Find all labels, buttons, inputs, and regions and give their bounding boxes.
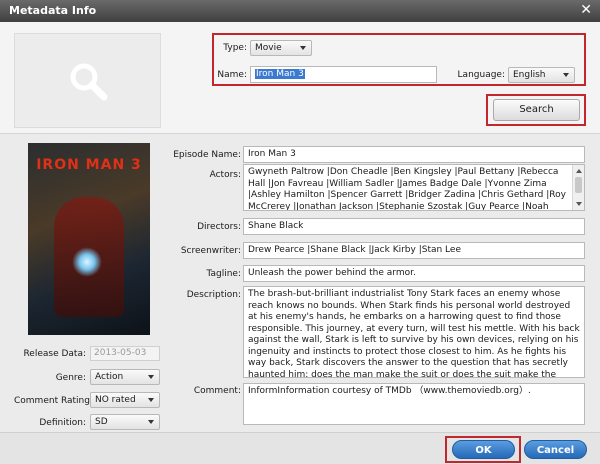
chevron-down-icon [148,420,154,424]
language-value: English [513,70,546,80]
release-label: Release Data: [23,349,86,359]
definition-select[interactable]: SD [90,414,160,430]
name-input[interactable]: Iron Man 3 [250,66,437,83]
genre-value: Action [95,372,124,382]
tagline-label: Tagline: [206,269,241,279]
screenwriter-label: Screenwriter: [180,246,241,256]
definition-label: Definition: [39,418,86,428]
episode-name-input[interactable]: Iron Man 3 [243,146,585,163]
directors-input[interactable]: Shane Black [243,218,585,235]
definition-value: SD [95,417,108,427]
chevron-down-icon [148,398,154,402]
scroll-thumb[interactable] [575,177,582,193]
description-textarea[interactable]: The brash-but-brilliant industrialist To… [243,286,585,378]
chevron-down-icon [563,73,569,77]
thumbnail-placeholder [14,33,161,128]
episode-label: Episode Name: [173,150,241,160]
scroll-down-icon[interactable] [576,202,582,206]
actors-label: Actors: [209,170,241,180]
cancel-button[interactable]: Cancel [524,440,587,459]
release-date-field: 2013-05-03 [90,346,160,361]
rating-select[interactable]: NO rated [90,392,160,408]
poster-title: IRON MAN 3 [36,157,142,173]
description-label: Description: [186,290,241,300]
language-select[interactable]: English [508,67,575,83]
name-input-value: Iron Man 3 [255,69,305,79]
chevron-down-icon [148,375,154,379]
ok-button[interactable]: OK [452,440,515,459]
rating-value: NO rated [95,395,136,405]
comment-label: Comment: [193,386,241,396]
directors-label: Directors: [197,222,241,232]
language-label: Language: [457,70,505,80]
genre-label: Genre: [55,373,86,383]
rating-label: Comment Rating: [14,396,94,406]
actors-textarea[interactable]: Gwyneth Paltrow |Don Cheadle |Ben Kingsl… [243,164,585,211]
window-title: Metadata Info [9,4,97,17]
tagline-input[interactable]: Unleash the power behind the armor. [243,265,585,282]
title-bar: Metadata Info ✕ [0,0,600,22]
poster-image: IRON MAN 3 [28,143,150,335]
screenwriter-input[interactable]: Drew Pearce |Shane Black |Jack Kirby |St… [243,242,585,259]
type-select[interactable]: Movie [250,40,312,56]
type-label: Type: [223,43,247,53]
close-icon[interactable]: ✕ [580,2,592,18]
chevron-down-icon [300,46,306,50]
search-button[interactable]: Search [493,99,580,121]
name-label: Name: [217,70,247,80]
type-value: Movie [255,43,282,53]
actors-value: Gwyneth Paltrow |Don Cheadle |Ben Kingsl… [248,167,566,211]
arc-reactor-glow [72,247,102,277]
genre-select[interactable]: Action [90,369,160,385]
magnifier-icon [70,63,108,101]
actors-scrollbar[interactable] [572,165,584,210]
scroll-up-icon[interactable] [576,169,582,173]
comment-textarea[interactable]: InformInformation courtesy of TMDb （www.… [243,383,585,425]
